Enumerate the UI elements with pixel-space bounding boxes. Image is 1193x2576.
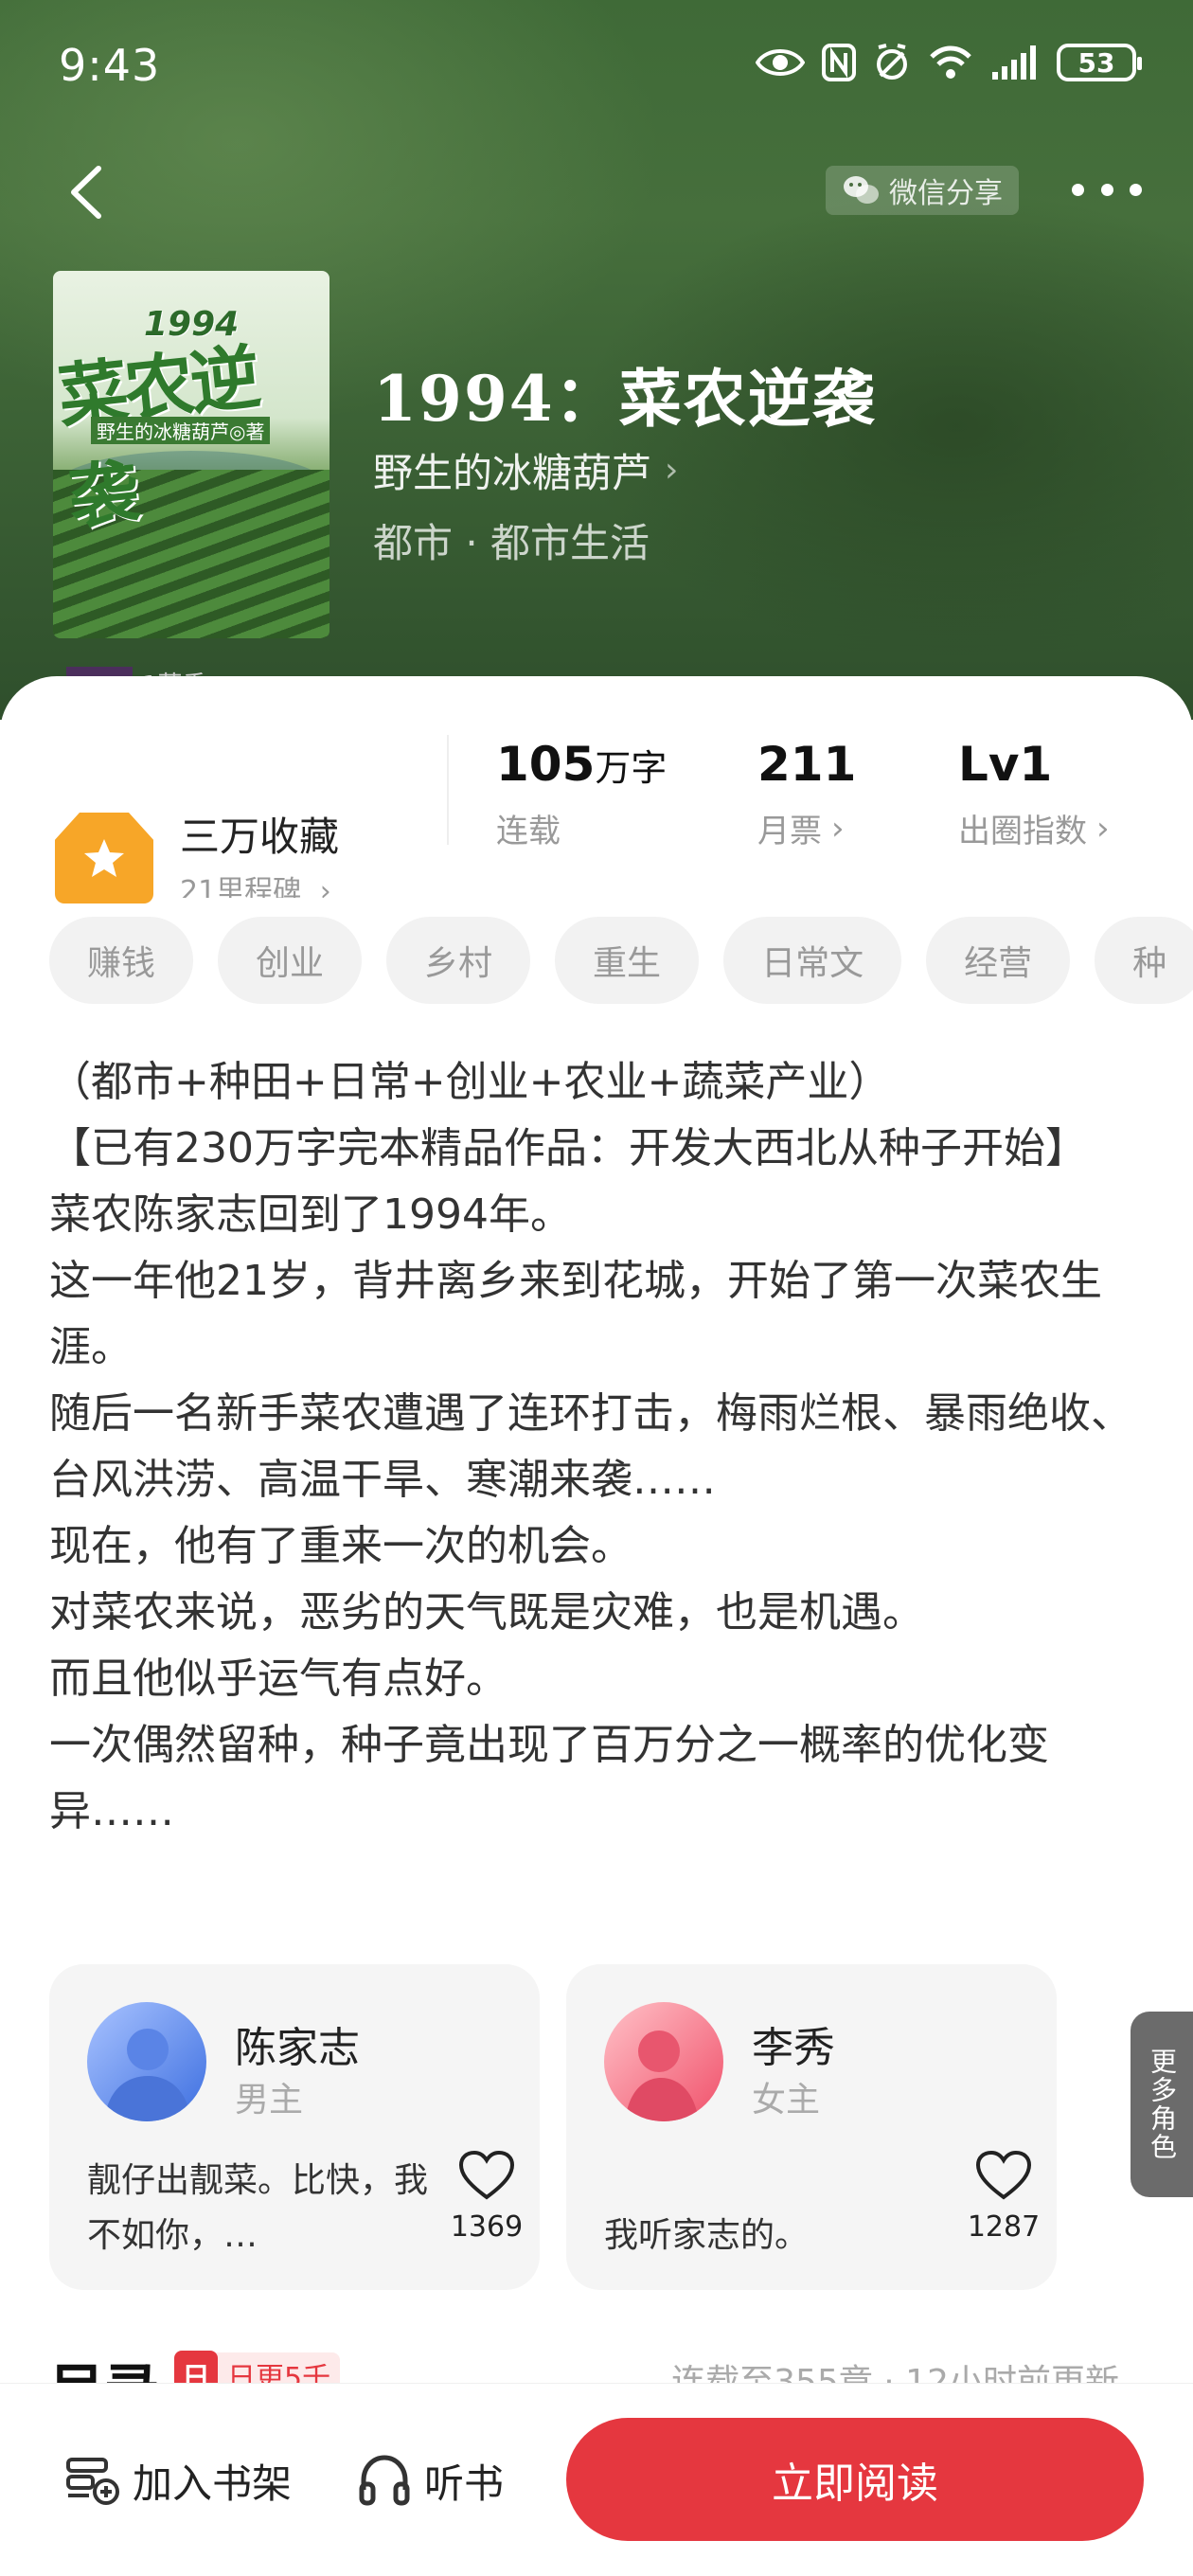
tag-chip[interactable]: 创业 bbox=[218, 917, 363, 1004]
character-avatar bbox=[604, 2002, 723, 2121]
character-card[interactable]: 陈家志 男主 靓仔出靓菜。比快，我不如你，… 1369 bbox=[49, 1964, 540, 2290]
wechat-share-button[interactable]: 微信分享 bbox=[826, 166, 1019, 215]
character-quote: 我听家志的。 bbox=[604, 2216, 810, 2255]
back-button[interactable] bbox=[57, 159, 114, 225]
synopsis-line: 而且他似乎运气有点好。 bbox=[49, 1655, 507, 1703]
tag-list: 赚钱 创业 乡村 重生 日常文 经营 种 bbox=[49, 917, 1193, 1006]
add-to-shelf-button[interactable]: 加入书架 bbox=[64, 2384, 292, 2576]
wechat-share-label: 微信分享 bbox=[889, 177, 1003, 210]
tag-chip[interactable]: 重生 bbox=[555, 917, 700, 1004]
nfc-icon bbox=[822, 42, 856, 83]
stat-monthly-tickets[interactable]: 211 月票 › bbox=[757, 737, 856, 851]
listen-button[interactable]: 听书 bbox=[356, 2384, 504, 2576]
character-quote: 靓仔出靓菜。比快，我不如你，… bbox=[87, 2161, 429, 2255]
add-to-shelf-label: 加入书架 bbox=[133, 2460, 293, 2507]
alarm-icon bbox=[873, 42, 911, 83]
synopsis-line: 一次偶然留种，种子竟出现了百万分之一概率的优化变异…… bbox=[49, 1721, 1049, 1835]
stat-word-count: 105万字 连载 bbox=[496, 737, 668, 850]
like-count: 1287 bbox=[967, 2210, 1041, 2244]
read-now-button[interactable]: 立即阅读 bbox=[566, 2418, 1144, 2541]
listen-label: 听书 bbox=[424, 2460, 505, 2507]
book-genre: 都市 · 都市生活 bbox=[373, 520, 650, 566]
character-list: 陈家志 男主 靓仔出靓菜。比快，我不如你，… 1369 李秀 女主 我听家志的。… bbox=[49, 1964, 1193, 2292]
tag-chip[interactable]: 乡村 bbox=[386, 917, 531, 1004]
catalog-update-info: 连载至355章 · 12小时前更新 bbox=[671, 2363, 1119, 2383]
update-badge: 日 日更5千 bbox=[174, 2351, 341, 2383]
signal-icon bbox=[990, 42, 1040, 83]
tag-chip[interactable]: 经营 bbox=[926, 917, 1071, 1004]
character-avatar bbox=[87, 2002, 206, 2121]
synopsis[interactable]: （都市+种田+日常+创业+农业+蔬菜产业） 【已有230万字完本精品作品：开发大… bbox=[49, 1049, 1148, 1845]
book-author-link[interactable]: 野生的冰糖葫芦 › bbox=[373, 441, 678, 499]
tag-chip[interactable]: 赚钱 bbox=[49, 917, 194, 1004]
more-roles-button[interactable]: 更多角色 bbox=[1131, 2012, 1193, 2197]
more-options-button[interactable] bbox=[1072, 170, 1142, 208]
wifi-icon bbox=[928, 42, 973, 83]
heart-icon bbox=[458, 2150, 515, 2200]
collection-milestone[interactable]: 21里程碑 › bbox=[180, 868, 331, 898]
bottom-action-bar: 加入书架 听书 立即阅读 bbox=[0, 2383, 1193, 2576]
update-badge-text: 日更5千 bbox=[227, 2362, 331, 2383]
wechat-icon bbox=[844, 176, 879, 204]
synopsis-line: 对菜农来说，恶劣的天气既是灾难，也是机遇。 bbox=[49, 1588, 924, 1637]
catalog-row[interactable]: 目录 日 日更5千 连载至355章 · 12小时前更新 bbox=[49, 2345, 1148, 2383]
dot-icon bbox=[1130, 183, 1142, 196]
like-button[interactable]: 1287 bbox=[964, 2150, 1043, 2244]
book-cover[interactable]: 1994 菜农逆袭 野生的冰糖葫芦◎著 bbox=[53, 271, 329, 638]
dot-icon bbox=[1100, 183, 1113, 196]
synopsis-line: 现在，他有了重来一次的机会。 bbox=[49, 1522, 632, 1570]
battery-icon: 53 bbox=[1057, 44, 1142, 81]
character-card[interactable]: 李秀 女主 我听家志的。 1287 bbox=[566, 1964, 1057, 2290]
synopsis-line: 随后一名新手菜农遭遇了连环打击，梅雨烂根、暴雨绝收、台风洪涝、高温干旱、寒潮来袭… bbox=[49, 1389, 1132, 1504]
status-icons: 53 bbox=[756, 42, 1142, 83]
bookshelf-add-icon bbox=[66, 2458, 119, 2505]
synopsis-line: 这一年他21岁，背井离乡来到花城，开始了第一次菜农生涯。 bbox=[49, 1257, 1102, 1371]
chevron-right-icon: › bbox=[831, 809, 845, 848]
status-bar: 9:43 53 bbox=[0, 0, 1193, 133]
dot-icon bbox=[1072, 183, 1084, 196]
character-role: 男主 bbox=[235, 2081, 304, 2120]
collection-badge-icon[interactable] bbox=[55, 813, 153, 903]
author-name: 野生的冰糖葫芦 bbox=[373, 450, 652, 496]
like-count: 1369 bbox=[450, 2210, 524, 2244]
character-name: 陈家志 bbox=[235, 2024, 360, 2072]
character-role: 女主 bbox=[752, 2081, 821, 2120]
chevron-right-icon: › bbox=[665, 451, 679, 490]
catalog-title: 目录 bbox=[49, 2345, 159, 2383]
character-name: 李秀 bbox=[752, 2024, 835, 2072]
collection-title[interactable]: 三万收藏 bbox=[180, 805, 339, 863]
eye-icon bbox=[756, 42, 805, 83]
cover-subtitle: 野生的冰糖葫芦◎著 bbox=[91, 417, 271, 444]
divider bbox=[447, 735, 449, 845]
stat-popularity-index[interactable]: Lv1 出圈指数 › bbox=[958, 737, 1110, 851]
chevron-right-icon: › bbox=[319, 875, 331, 898]
status-time: 9:43 bbox=[59, 40, 161, 91]
tag-chip[interactable]: 种 bbox=[1095, 917, 1193, 1004]
update-badge-icon: 日 bbox=[174, 2351, 218, 2383]
chevron-left-icon bbox=[71, 166, 101, 219]
book-title: 1994：菜农逆袭 bbox=[373, 362, 877, 436]
headphones-icon bbox=[359, 2455, 410, 2506]
synopsis-line: 菜农陈家志回到了1994年。 bbox=[49, 1190, 572, 1239]
chevron-right-icon: › bbox=[1096, 809, 1110, 848]
star-icon bbox=[84, 839, 124, 877]
like-button[interactable]: 1369 bbox=[447, 2150, 526, 2244]
synopsis-line: （都市+种田+日常+创业+农业+蔬菜产业） bbox=[49, 1058, 891, 1106]
heart-icon bbox=[975, 2150, 1032, 2200]
tag-chip[interactable]: 日常文 bbox=[723, 917, 902, 1004]
synopsis-line: 【已有230万字完本精品作品：开发大西北从种子开始】 bbox=[49, 1124, 1087, 1172]
